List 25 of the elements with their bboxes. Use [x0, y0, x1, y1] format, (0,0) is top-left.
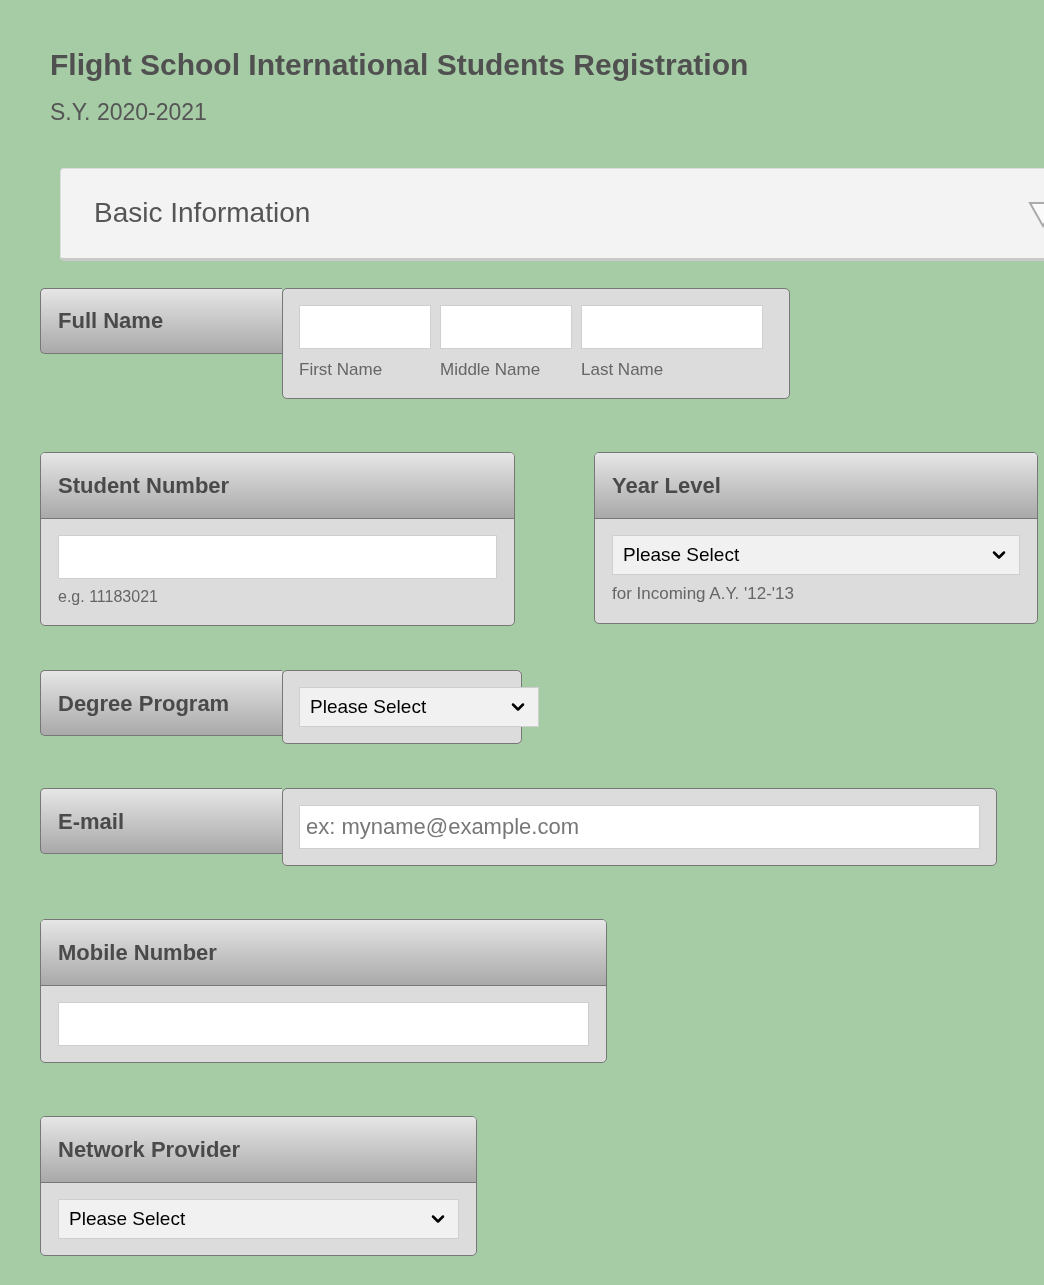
field-hint: First Name — [299, 358, 384, 381]
select-field[interactable]: Please Select — [299, 687, 539, 727]
field-label: Year Level — [595, 453, 1037, 519]
select-field[interactable]: Please Select — [58, 1199, 459, 1239]
field-label: Mobile Number — [41, 920, 606, 986]
field-label: Network Provider — [41, 1117, 476, 1183]
field-hint: Last Name — [581, 358, 665, 381]
field-label: Full Name — [40, 287, 282, 354]
form-title: Flight School International Students Registration — [50, 47, 750, 83]
field-label: E-mail — [40, 788, 282, 854]
text-field[interactable]: ex: myname@example.com — [299, 805, 980, 849]
text-field[interactable] — [440, 304, 572, 349]
text-field[interactable] — [58, 535, 497, 579]
text-field[interactable] — [581, 304, 763, 349]
field-label: Degree Program — [40, 670, 282, 736]
text-field[interactable] — [58, 1002, 589, 1046]
field-label: Student Number — [41, 453, 514, 519]
field-hint: Middle Name — [440, 358, 542, 381]
section-header[interactable]: Basic Information — [60, 167, 1044, 261]
field-hint: for Incoming A.Y. '12-'13 — [612, 583, 795, 605]
field-hint: e.g. 11183021 — [58, 587, 159, 607]
form-subtitle: S.Y. 2020-2021 — [50, 98, 208, 127]
select-field[interactable]: Please Select — [612, 535, 1020, 575]
text-field[interactable] — [299, 304, 431, 349]
section-title: Basic Information — [94, 196, 311, 230]
